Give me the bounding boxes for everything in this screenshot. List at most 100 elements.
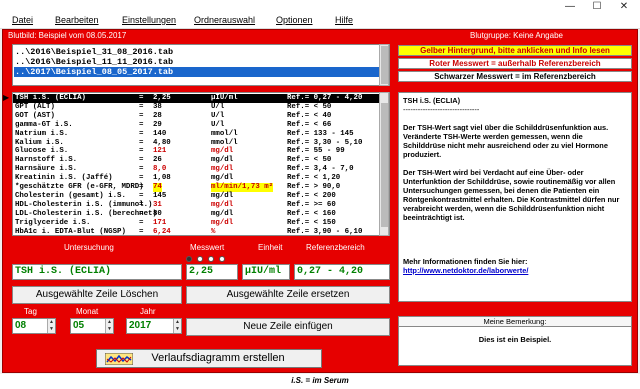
table-row[interactable]: HbA1c i. EDTA-Blut (NGSP) = 6,24% Ref.= 3,9… bbox=[13, 228, 381, 236]
cell-eq: = bbox=[139, 209, 144, 218]
cell-ref: Ref.= < 150 bbox=[287, 218, 336, 227]
table-row[interactable]: Harnsäure i.S. = 8,0 mg/dl Ref.= 3,4 - 7,0 bbox=[13, 165, 381, 174]
menu-datei[interactable]: Datei bbox=[12, 15, 33, 25]
cell-eq: = bbox=[139, 94, 144, 102]
label-monat: Monat bbox=[76, 307, 99, 316]
scrollbar-thumb[interactable] bbox=[381, 103, 388, 227]
table-row[interactable]: TSH i.S. (ECLIA) = 2,25 µIU/ml Ref.= 0,27 - … bbox=[13, 94, 381, 103]
header-referenzbereich: Referenzbereich bbox=[306, 243, 365, 252]
cell-eq: = bbox=[139, 102, 144, 111]
exam-field[interactable]: TSH i.S. (ECLIA) bbox=[12, 264, 182, 280]
info-more: Mehr Informationen finden Sie hier: bbox=[403, 257, 528, 266]
value-field[interactable]: 2,25 bbox=[186, 264, 238, 280]
cell-eq: = bbox=[139, 120, 144, 129]
note-panel[interactable]: Meine Bemerkung: Dies ist ein Beispiel. bbox=[398, 316, 632, 366]
info-paragraph-2: Der TSH-Wert wird bei Verdacht auf eine … bbox=[403, 168, 620, 222]
file-list[interactable]: ..\2016\Beispiel_31_08_2016.tab ..\2016\… bbox=[12, 44, 390, 86]
table-row[interactable]: Natrium i.S. = 140 mmol/l Ref.= 133 - 145 bbox=[13, 130, 381, 139]
menu-einstellungen[interactable]: Einstellungen bbox=[122, 15, 176, 25]
cell-value: 2,25 bbox=[153, 94, 171, 102]
table-row[interactable]: GPT (ALT) = 38 U/l Ref.= < 50 bbox=[13, 103, 381, 112]
menu-optionen[interactable]: Optionen bbox=[276, 15, 313, 25]
cell-name: HDL-Cholesterin i.S. (immunol.) bbox=[15, 200, 153, 209]
cell-value: 8,0 bbox=[153, 165, 167, 174]
reference-field[interactable]: 0,27 - 4,20 bbox=[294, 264, 390, 280]
chart-button-label: Verlaufsdiagramm erstellen bbox=[151, 352, 285, 364]
cell-ref: Ref.= < 40 bbox=[287, 111, 332, 120]
cell-unit: U/l bbox=[211, 102, 225, 111]
table-row[interactable]: LDL-Cholesterin i.S. (berechnet) = 80 mg/dl… bbox=[13, 210, 381, 219]
table-row[interactable]: gamma-GT i.S. = 29 U/l Ref.= < 66 bbox=[13, 121, 381, 130]
note-text[interactable]: Dies ist ein Beispiel. bbox=[399, 335, 631, 344]
table-row[interactable]: Triglyceride i.S. = 171 mg/dl Ref.= < 150 bbox=[13, 219, 381, 228]
legend-yellow-button[interactable]: Gelber Hintergrund, bitte anklicken und … bbox=[398, 45, 632, 56]
cell-eq: = bbox=[139, 183, 144, 191]
decimal-radio-3[interactable] bbox=[208, 256, 214, 262]
decimal-radio-2[interactable] bbox=[197, 256, 203, 262]
table-row[interactable]: *geschätzte GFR (e-GFR, MDRD) = 74 ml/min/1… bbox=[13, 183, 381, 192]
cell-ref: Ref.= < 200 bbox=[287, 191, 336, 200]
replace-row-button[interactable]: Ausgewählte Zeile ersetzen bbox=[186, 286, 390, 304]
cell-value: 29 bbox=[153, 120, 162, 129]
table-scrollbar[interactable] bbox=[379, 92, 389, 236]
stepper-arrows-icon[interactable]: ▲ ▼ bbox=[173, 319, 181, 333]
cell-unit: ml/min/1,73 m² bbox=[211, 183, 274, 192]
year-stepper[interactable]: 2017 ▲ ▼ bbox=[126, 318, 182, 334]
menu-hilfe[interactable]: Hilfe bbox=[335, 15, 353, 25]
file-item[interactable]: ..\2016\Beispiel_11_11_2016.tab bbox=[15, 57, 173, 67]
cell-value: 121 bbox=[153, 147, 167, 156]
file-list-scrollbar[interactable] bbox=[379, 44, 389, 86]
file-item-selected[interactable]: ..\2017\Beispiel_08_05_2017.tab bbox=[14, 67, 379, 77]
decimal-radio-1[interactable] bbox=[186, 256, 192, 262]
day-stepper[interactable]: 08 ▲ ▼ bbox=[12, 318, 56, 334]
cell-value: 171 bbox=[153, 218, 167, 227]
chart-icon bbox=[105, 353, 133, 365]
table-row[interactable]: GOT (AST) = 28 U/l Ref.= < 40 bbox=[13, 112, 381, 121]
cell-name: GPT (ALT) bbox=[15, 102, 55, 111]
cell-unit: mg/dl bbox=[211, 165, 234, 174]
chart-button[interactable]: Verlaufsdiagramm erstellen bbox=[96, 349, 322, 368]
cell-unit: mg/dl bbox=[211, 147, 234, 156]
cell-name: LDL-Cholesterin i.S. (berechnet) bbox=[15, 209, 157, 218]
stepper-arrows-icon[interactable]: ▲ ▼ bbox=[105, 319, 113, 333]
lab-values-table[interactable]: TSH i.S. (ECLIA) = 2,25 µIU/ml Ref.= 0,27 - … bbox=[12, 92, 390, 236]
header-messwert: Messwert bbox=[190, 243, 225, 252]
stepper-arrows-icon[interactable]: ▲ ▼ bbox=[47, 319, 55, 333]
table-row[interactable]: Glucose i.S. = 121 mg/dl Ref.= 55 - 99 bbox=[13, 147, 381, 156]
file-item[interactable]: ..\2016\Beispiel_31_08_2016.tab bbox=[15, 47, 173, 57]
cell-unit: µIU/ml bbox=[211, 94, 238, 102]
cell-ref: Ref.= 3,4 - 7,0 bbox=[287, 165, 354, 174]
menu-ordnerauswahl[interactable]: Ordnerauswahl bbox=[194, 15, 255, 25]
insert-row-button[interactable]: Neue Zeile einfügen bbox=[186, 318, 390, 336]
minimize-button[interactable]: — bbox=[560, 0, 580, 14]
close-button[interactable]: ✕ bbox=[614, 0, 634, 14]
table-row[interactable]: Harnstoff i.S. = 26 mg/dl Ref.= < 50 bbox=[13, 156, 381, 165]
scrollbar-thumb[interactable] bbox=[381, 46, 388, 84]
cell-ref: Ref.= 3,30 - 5,10 bbox=[287, 138, 363, 147]
legend-red: Roter Messwert = außerhalb Referenzberei… bbox=[398, 58, 632, 69]
table-row[interactable]: Kalium i.S. = 4,80 mmol/l Ref.= 3,30 - 5,10 bbox=[13, 139, 381, 148]
menu-bearbeiten[interactable]: Bearbeiten bbox=[55, 15, 99, 25]
info-link[interactable]: http://www.netdoktor.de/laborwerte/ bbox=[403, 266, 627, 275]
table-row[interactable]: Cholesterin (gesamt) i.S. = 145 mg/dl Ref.= … bbox=[13, 192, 381, 201]
cell-value: 80 bbox=[153, 209, 162, 218]
cell-eq: = bbox=[139, 147, 144, 156]
table-row[interactable]: HDL-Cholesterin i.S. (immunol.) = 31 mg/dl R… bbox=[13, 201, 381, 210]
unit-field[interactable]: µIU/ml bbox=[242, 264, 290, 280]
cell-unit: mg/dl bbox=[211, 174, 234, 183]
cell-eq: = bbox=[139, 218, 144, 227]
cell-name: Cholesterin (gesamt) i.S. bbox=[15, 191, 126, 200]
cell-unit: U/l bbox=[211, 120, 225, 129]
cell-eq: = bbox=[139, 156, 144, 165]
month-stepper[interactable]: 05 ▲ ▼ bbox=[70, 318, 114, 334]
label-jahr: Jahr bbox=[140, 307, 156, 316]
delete-row-button[interactable]: Ausgewählte Zeile Löschen bbox=[12, 286, 182, 304]
maximize-button[interactable]: ☐ bbox=[587, 0, 607, 14]
status-blutbild: Blutbild: Beispiel vom 08.05.2017 bbox=[8, 31, 127, 40]
cell-name: Harnstoff i.S. bbox=[15, 156, 78, 165]
cell-value: 145 bbox=[153, 191, 167, 200]
table-row[interactable]: Kreatinin i.S. (Jaffé) = 1,08 mg/dl Ref.= < … bbox=[13, 174, 381, 183]
cell-eq: = bbox=[139, 165, 144, 174]
decimal-radio-4[interactable] bbox=[219, 256, 225, 262]
year-value: 2017 bbox=[129, 320, 152, 331]
